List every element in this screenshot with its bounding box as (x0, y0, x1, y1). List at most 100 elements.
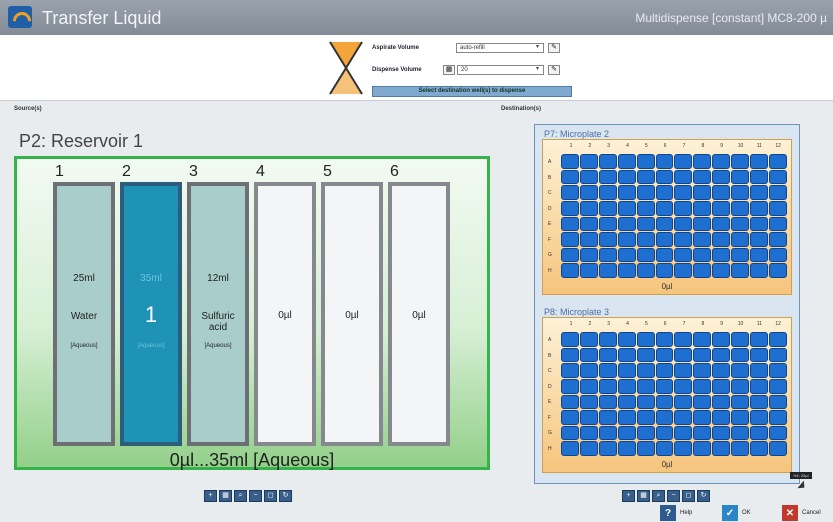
ok-button[interactable]: ✓ OK (722, 505, 751, 521)
plate-well[interactable] (579, 185, 598, 200)
plate-well[interactable] (731, 363, 750, 378)
plate-well[interactable] (769, 232, 787, 247)
plate-well[interactable] (674, 200, 693, 216)
plate-well[interactable] (712, 425, 731, 441)
plate-well[interactable] (598, 394, 617, 410)
plate-well[interactable] (731, 185, 750, 200)
plate-well[interactable] (636, 425, 655, 441)
plate-well[interactable] (617, 169, 636, 185)
plate-well[interactable] (750, 425, 769, 441)
plate-well[interactable] (598, 378, 617, 394)
plate-well[interactable] (769, 247, 787, 263)
plate-well[interactable] (750, 154, 769, 169)
plate-well[interactable] (655, 378, 674, 394)
plate-well[interactable] (655, 410, 674, 425)
plate-well[interactable] (674, 154, 693, 169)
plate-well[interactable] (693, 169, 712, 185)
plate-well[interactable] (693, 347, 712, 363)
plate-well[interactable] (579, 410, 598, 425)
plate-well[interactable] (712, 332, 731, 347)
refresh-icon[interactable]: ↻ (279, 490, 292, 502)
plate-well[interactable] (693, 410, 712, 425)
plate-well[interactable] (655, 247, 674, 263)
plate-well[interactable] (674, 169, 693, 185)
plate-well[interactable] (598, 332, 617, 347)
plate-well[interactable] (750, 410, 769, 425)
plate-well[interactable] (655, 394, 674, 410)
plate-well[interactable] (769, 378, 787, 394)
plate-well[interactable] (561, 410, 579, 425)
zoom-icon[interactable]: ⌕ (234, 490, 247, 502)
plate-well[interactable] (598, 154, 617, 169)
plate-well[interactable] (579, 332, 598, 347)
grid-view-icon[interactable]: ▦ (637, 490, 650, 502)
fit-view-icon[interactable]: ◻ (264, 490, 277, 502)
plate-well[interactable] (617, 216, 636, 232)
plate-well[interactable] (712, 169, 731, 185)
aspirate-volume-select[interactable]: auto-refill (456, 43, 544, 53)
plate-well[interactable] (579, 247, 598, 263)
plate-well[interactable] (674, 425, 693, 441)
plate-well[interactable] (598, 200, 617, 216)
plate-well[interactable] (674, 216, 693, 232)
plate-well[interactable] (750, 332, 769, 347)
plate-well[interactable] (769, 410, 787, 425)
plate-well[interactable] (561, 232, 579, 247)
plate-well[interactable] (617, 247, 636, 263)
reservoir-well[interactable]: 0µl (321, 182, 383, 446)
plate-well[interactable] (655, 232, 674, 247)
volume-units-icon[interactable]: ▦ (443, 65, 455, 75)
plate-well[interactable] (636, 169, 655, 185)
plate-well[interactable] (712, 154, 731, 169)
plate-well[interactable] (750, 185, 769, 200)
plate-well[interactable] (636, 394, 655, 410)
plate-well[interactable] (655, 216, 674, 232)
plate-well[interactable] (655, 441, 674, 456)
plate-well[interactable] (712, 378, 731, 394)
plate-well[interactable] (769, 425, 787, 441)
grid-view-icon[interactable]: ▦ (219, 490, 232, 502)
plate-well[interactable] (636, 378, 655, 394)
plate-well[interactable] (579, 200, 598, 216)
plate-well[interactable] (561, 441, 579, 456)
plate-well[interactable] (617, 394, 636, 410)
plate-well[interactable] (561, 378, 579, 394)
plate-well[interactable] (693, 154, 712, 169)
plate-well[interactable] (693, 441, 712, 456)
plate-well[interactable] (655, 154, 674, 169)
plate-well[interactable] (712, 410, 731, 425)
plate-well[interactable] (579, 154, 598, 169)
plate-well[interactable] (636, 154, 655, 169)
plate-well[interactable] (636, 200, 655, 216)
plate-well[interactable] (750, 247, 769, 263)
plate-well[interactable] (750, 347, 769, 363)
plate-well[interactable] (674, 441, 693, 456)
plate-well[interactable] (750, 169, 769, 185)
zoom-out-icon[interactable]: − (249, 490, 262, 502)
plate-well[interactable] (750, 263, 769, 278)
plate-well[interactable] (712, 394, 731, 410)
plate-well[interactable] (617, 347, 636, 363)
plate-well[interactable] (769, 154, 787, 169)
plate-well[interactable] (579, 263, 598, 278)
plate-well[interactable] (712, 263, 731, 278)
plate-well[interactable] (674, 410, 693, 425)
plate-well[interactable] (617, 154, 636, 169)
plate-well[interactable] (598, 410, 617, 425)
plate-well[interactable] (636, 363, 655, 378)
plate-well[interactable] (655, 169, 674, 185)
plate-well[interactable] (693, 200, 712, 216)
plate-well[interactable] (561, 425, 579, 441)
plate-well[interactable] (617, 378, 636, 394)
plate-well[interactable] (561, 332, 579, 347)
plate-well[interactable] (655, 332, 674, 347)
plate-well[interactable] (617, 410, 636, 425)
dispense-volume-input[interactable]: 20 (457, 65, 544, 75)
plate-well[interactable] (693, 425, 712, 441)
plate-well[interactable] (617, 425, 636, 441)
plate-well[interactable] (769, 185, 787, 200)
help-button[interactable]: ? Help (660, 505, 692, 521)
plate-well[interactable] (693, 247, 712, 263)
plate-well[interactable] (693, 332, 712, 347)
plate-well[interactable] (693, 378, 712, 394)
